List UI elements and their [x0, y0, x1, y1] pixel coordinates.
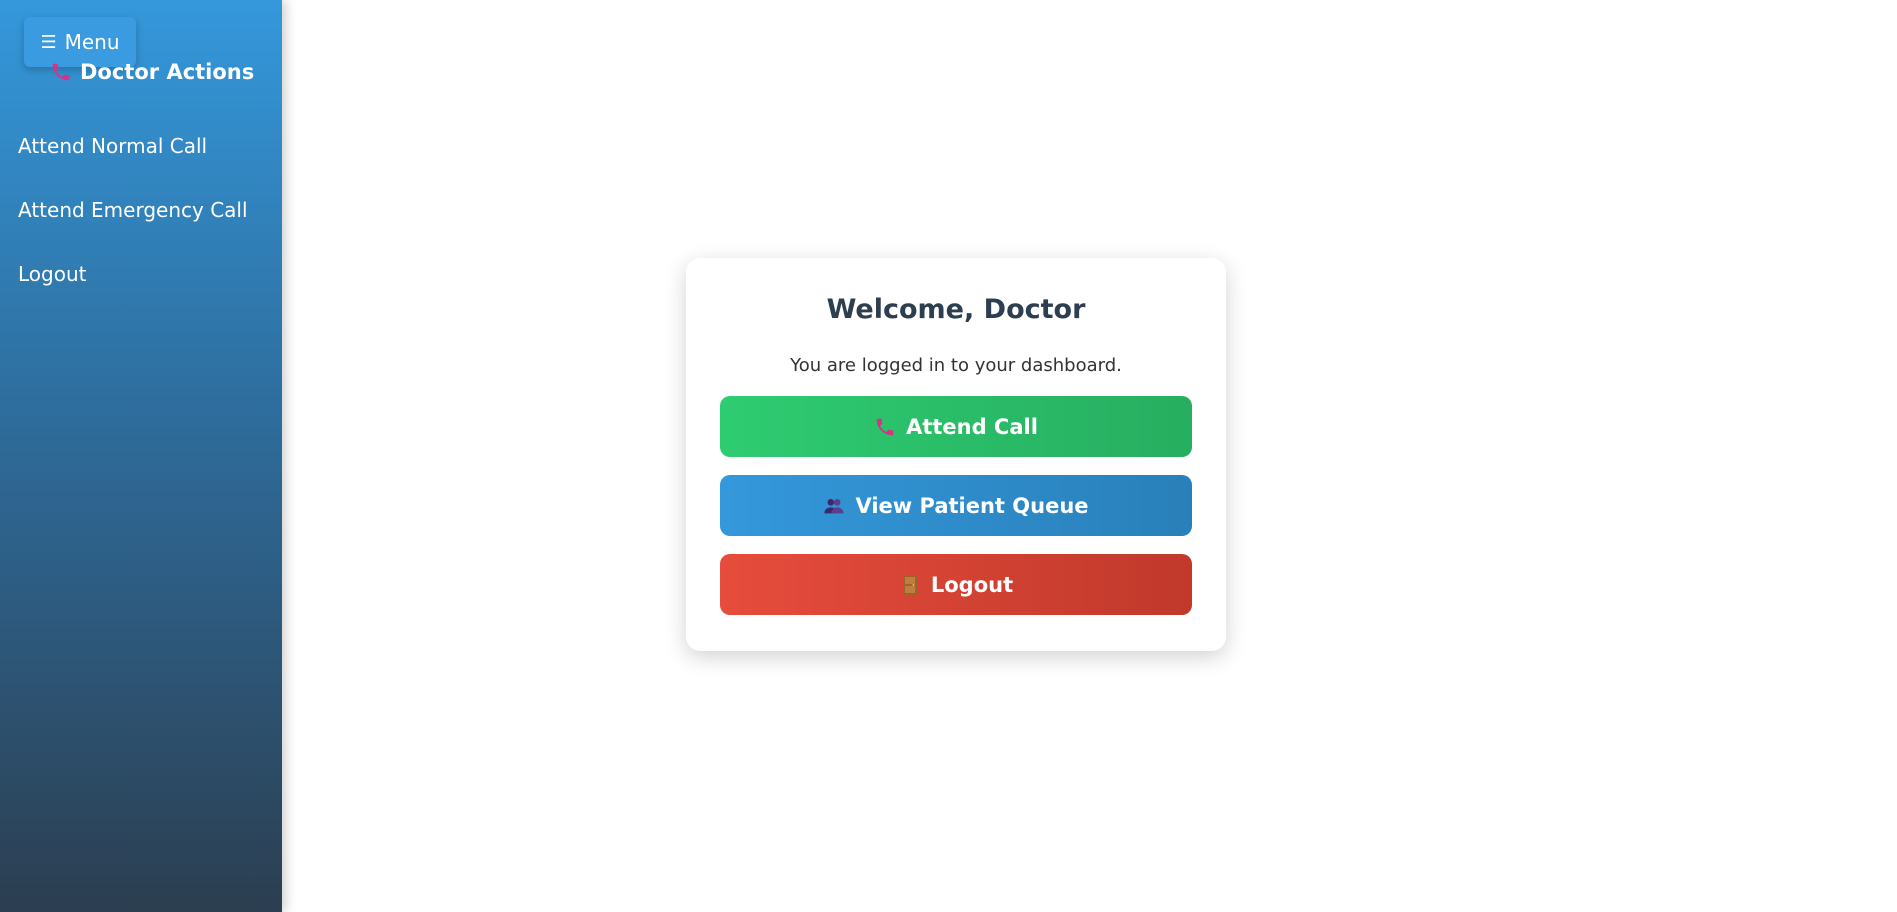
sidebar-item-attend-normal-call[interactable]: Attend Normal Call: [18, 128, 248, 192]
menu-toggle-label: Menu: [64, 30, 120, 54]
phone-icon: [50, 61, 72, 83]
view-patient-queue-label: View Patient Queue: [855, 493, 1089, 518]
sidebar-item-attend-emergency-call[interactable]: Attend Emergency Call: [18, 192, 248, 256]
main-content: Welcome, Doctor You are logged in to you…: [282, 0, 1897, 912]
logout-button[interactable]: Logout: [720, 554, 1192, 615]
view-patient-queue-button[interactable]: View Patient Queue: [720, 475, 1192, 536]
sidebar-title-text: Doctor Actions: [80, 60, 255, 84]
attend-call-button[interactable]: Attend Call: [720, 396, 1192, 457]
sidebar-nav: Attend Normal Call Attend Emergency Call…: [18, 128, 248, 320]
phone-icon: [874, 416, 896, 438]
people-icon: [823, 495, 845, 517]
welcome-title: Welcome, Doctor: [826, 294, 1086, 325]
sidebar-title: Doctor Actions: [50, 60, 254, 84]
sidebar-item-logout[interactable]: Logout: [18, 256, 248, 320]
logout-label: Logout: [930, 572, 1014, 597]
hamburger-icon: ☰: [40, 31, 57, 53]
welcome-subtitle: You are logged in to your dashboard.: [790, 355, 1122, 376]
door-icon: [899, 574, 921, 596]
welcome-card: Welcome, Doctor You are logged in to you…: [686, 258, 1226, 651]
attend-call-label: Attend Call: [906, 414, 1038, 439]
sidebar: ☰ Menu Doctor Actions Attend Normal Call…: [0, 0, 282, 912]
